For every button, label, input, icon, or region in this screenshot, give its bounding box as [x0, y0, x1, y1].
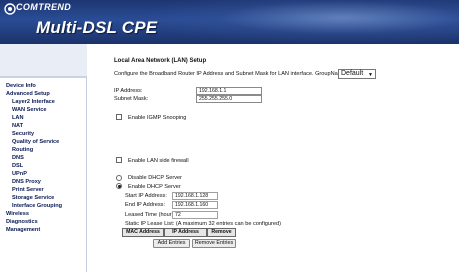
end-ip-input[interactable]: 192.168.1.160: [172, 201, 218, 209]
add-entries-button[interactable]: Add Entries: [153, 239, 190, 248]
sidebar-item-device-info[interactable]: Device Info: [6, 83, 36, 89]
lease-time-label: Leased Time (hour):: [125, 212, 176, 218]
lan-firewall-label: Enable LAN side firewall: [128, 158, 189, 164]
igmp-snooping-label: Enable IGMP Snooping: [128, 115, 187, 121]
sidebar-item-nat[interactable]: NAT: [12, 123, 23, 129]
ip-address-label: IP Address:: [114, 88, 143, 94]
table-header-ip-address: IP Address: [164, 228, 207, 237]
sidebar-item-wan-service[interactable]: WAN Service: [12, 107, 47, 113]
sidebar-item-upnp[interactable]: UPnP: [12, 171, 27, 177]
sidebar-item-wireless[interactable]: Wireless: [6, 211, 29, 217]
sidebar-item-storage-service[interactable]: Storage Service: [12, 195, 54, 201]
sidebar-item-quality-of-service[interactable]: Quality of Service: [12, 139, 59, 145]
main-content: Local Area Network (LAN) Setup Configure…: [88, 44, 459, 272]
lease-time-input[interactable]: 72: [172, 211, 218, 219]
header-banner: COMTREND Multi-DSL CPE: [0, 0, 459, 44]
disable-dhcp-radio[interactable]: [116, 175, 122, 181]
table-header-remove: Remove: [207, 228, 236, 237]
start-ip-input[interactable]: 192.168.1.128: [172, 192, 218, 200]
sidebar-item-diagnostics[interactable]: Diagnostics: [6, 219, 38, 225]
igmp-snooping-checkbox[interactable]: [116, 114, 122, 120]
sidebar-item-layer2-interface[interactable]: Layer2 Interface: [12, 99, 55, 105]
enable-dhcp-label: Enable DHCP Server: [128, 184, 181, 190]
subnet-mask-label: Subnet Mask:: [114, 96, 149, 102]
page-description: Configure the Broadband Router IP Addres…: [114, 71, 346, 77]
product-title: Multi-DSL CPE: [36, 18, 158, 37]
group-name-value: Default: [341, 70, 364, 77]
table-header-mac-address: MAC Address: [122, 228, 164, 237]
end-ip-label: End IP Address:: [125, 202, 166, 208]
sidebar-item-management[interactable]: Management: [6, 227, 40, 233]
remove-entries-button[interactable]: Remove Entries: [192, 239, 236, 248]
sidebar-item-routing[interactable]: Routing: [12, 147, 33, 153]
brand-name: COMTREND: [16, 2, 72, 12]
sidebar-item-dns-proxy[interactable]: DNS Proxy: [12, 179, 41, 185]
sidebar-item-interface-grouping[interactable]: Interface Grouping: [12, 203, 62, 209]
static-lease-list-label: Static IP Lease List: (A maximum 32 entr…: [125, 221, 281, 227]
sidebar-item-dsl[interactable]: DSL: [12, 163, 23, 169]
enable-dhcp-radio[interactable]: [116, 183, 122, 189]
sidebar-item-print-server[interactable]: Print Server: [12, 187, 44, 193]
lan-firewall-checkbox[interactable]: [116, 157, 122, 163]
sidebar-top-strip: [0, 44, 87, 76]
sidebar-item-advanced-setup[interactable]: Advanced Setup: [6, 91, 50, 97]
sidebar-item-security[interactable]: Security: [12, 131, 34, 137]
start-ip-label: Start IP Address:: [125, 193, 167, 199]
page-title: Local Area Network (LAN) Setup: [114, 58, 207, 64]
sidebar-item-dns[interactable]: DNS: [12, 155, 24, 161]
disable-dhcp-label: Disable DHCP Server: [128, 175, 182, 181]
sidebar: Device Info Advanced Setup Layer2 Interf…: [0, 78, 87, 272]
chevron-down-icon: ▼: [368, 72, 373, 78]
sidebar-item-lan[interactable]: LAN: [12, 115, 24, 121]
group-name-select[interactable]: Default ▼: [338, 69, 376, 79]
ip-address-input[interactable]: 192.168.1.1: [196, 87, 262, 95]
subnet-mask-input[interactable]: 255.255.255.0: [196, 95, 262, 103]
